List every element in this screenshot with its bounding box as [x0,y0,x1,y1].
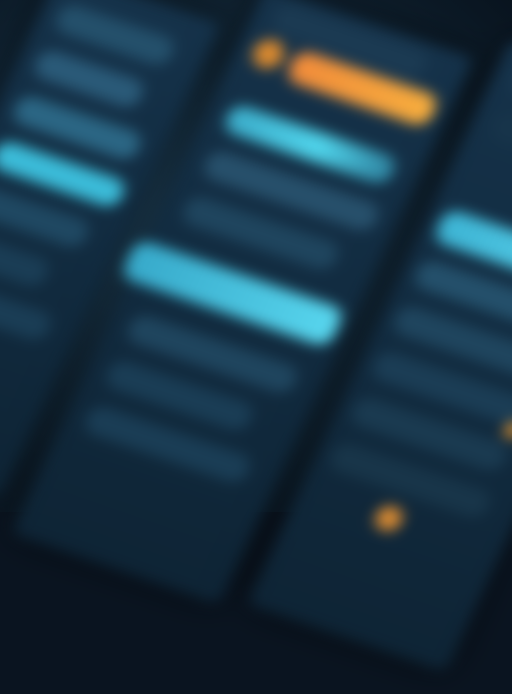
status-dot [247,35,290,73]
list-item[interactable] [486,109,512,192]
blurred-app-window [0,0,512,694]
